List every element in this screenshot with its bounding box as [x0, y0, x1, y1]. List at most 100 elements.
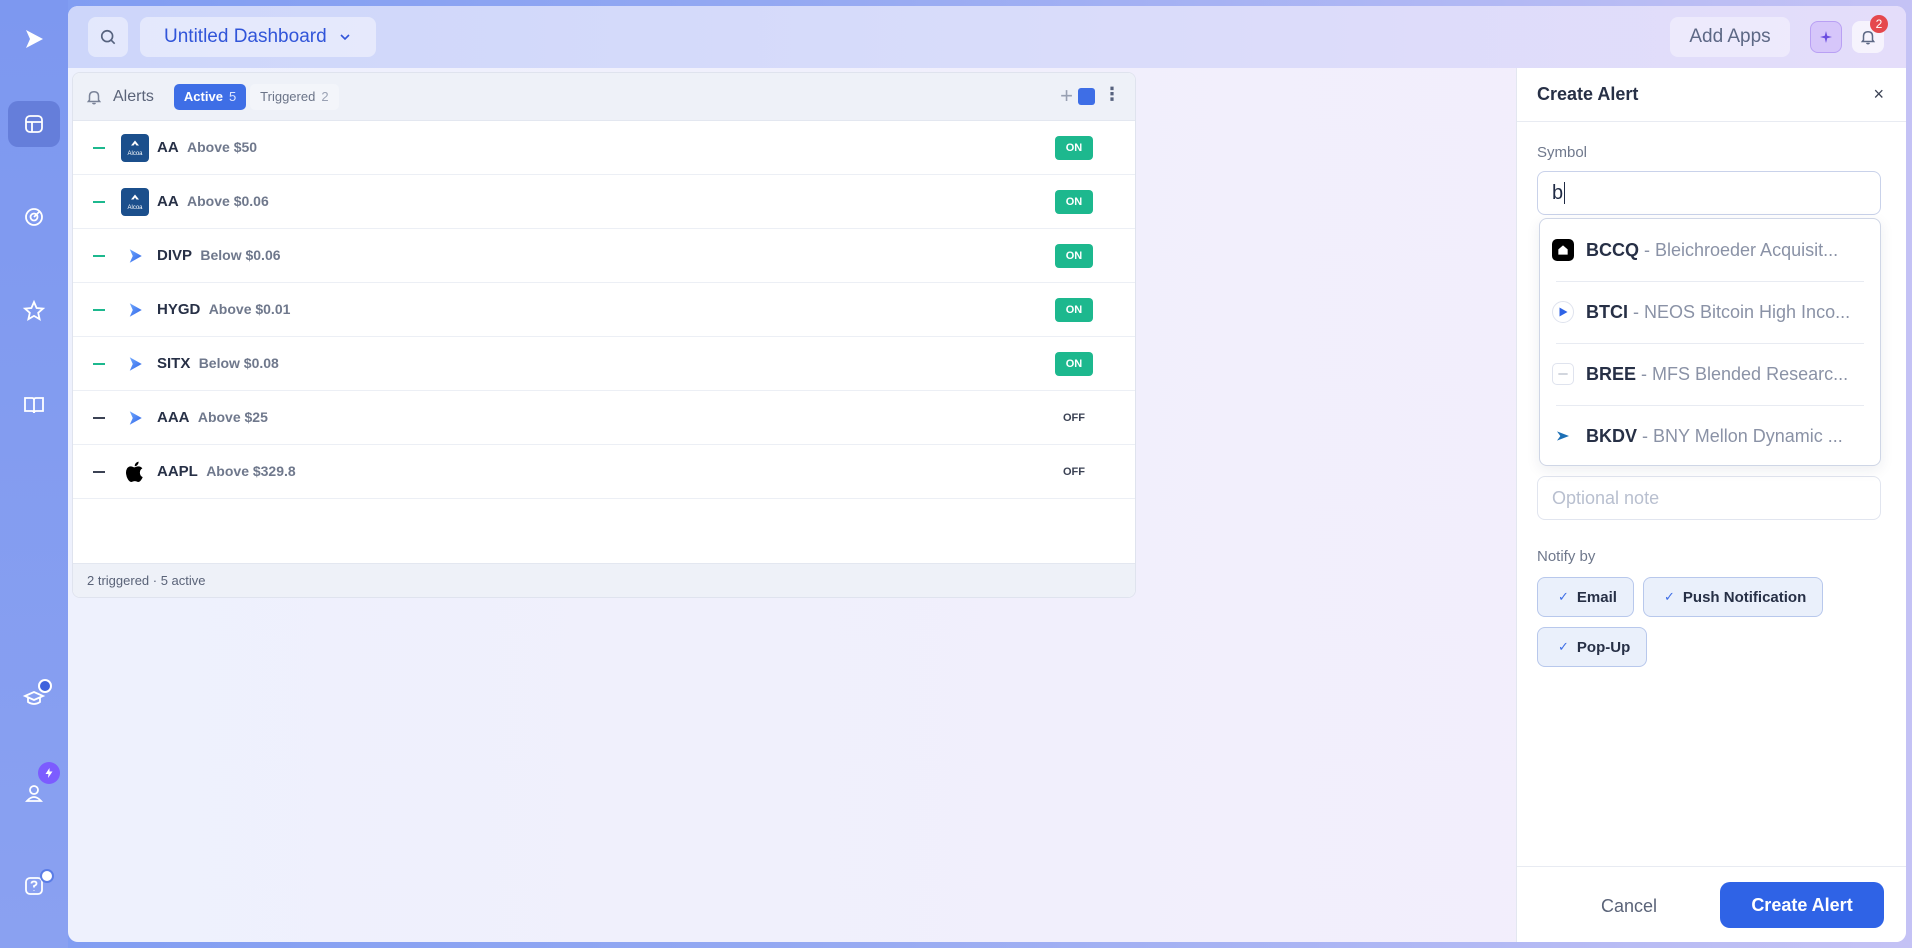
book-icon[interactable] [8, 382, 60, 428]
suggestion-item[interactable]: BREE - MFS Blended Researc... [1540, 343, 1880, 405]
alert-condition: Above $0.06 [187, 193, 269, 209]
alert-row[interactable]: Alcoa AA Above $0.06 ON [73, 175, 1135, 229]
alert-row[interactable]: AAA Above $25 OFF [73, 391, 1135, 445]
alert-status-toggle[interactable]: ON [1055, 243, 1093, 268]
status-dash [93, 470, 105, 473]
alert-status-toggle[interactable]: ON [1055, 351, 1093, 376]
alert-status-toggle[interactable]: ON [1055, 297, 1093, 322]
alert-row[interactable]: DIVP Below $0.06 ON [73, 229, 1135, 283]
color-square-icon[interactable] [1078, 88, 1095, 105]
status-dash [93, 308, 105, 311]
dashboard-title: Untitled Dashboard [164, 26, 327, 47]
status-dash [93, 146, 105, 149]
play-logo-icon [121, 242, 149, 270]
text-caret [1564, 182, 1566, 204]
bell-icon [86, 90, 102, 104]
alcoa-logo-icon: Alcoa [121, 133, 149, 162]
symbol-suggestions-dropdown: BCCQ - Bleichroeder Acquisit... BTCI - N… [1539, 218, 1881, 466]
create-alert-panel: Create Alert × Symbol b BCCQ - Bleichroe… [1516, 68, 1906, 942]
help-icon[interactable] [8, 863, 60, 909]
panel-header: Create Alert × [1517, 68, 1906, 122]
suggestion-item[interactable]: BTCI - NEOS Bitcoin High Inco... [1540, 281, 1880, 343]
alert-symbol: SITX Below $0.08 [157, 355, 279, 372]
alert-condition: Below $0.06 [200, 247, 281, 263]
add-alert-icon[interactable]: + [1060, 85, 1073, 107]
alert-status-toggle[interactable]: ON [1055, 189, 1093, 214]
tab-active[interactable]: Active 5 [173, 83, 247, 110]
top-bar: Untitled Dashboard Add Apps 2 [68, 6, 1906, 68]
tab-triggered[interactable]: Triggered 2 [250, 83, 339, 110]
alert-symbol: AA Above $50 [157, 139, 258, 156]
check-icon: ✓ [1558, 589, 1569, 604]
help-dot-icon [40, 869, 54, 883]
alert-condition: Below $0.08 [198, 355, 279, 371]
play-logo-icon [121, 350, 149, 378]
add-apps-button[interactable]: Add Apps [1670, 17, 1790, 57]
alerts-widget-header: Alerts Active 5 Triggered 2 + ⋮ [73, 73, 1135, 121]
status-dash [93, 416, 105, 419]
alcoa-logo-icon: Alcoa [121, 187, 149, 216]
create-alert-button[interactable]: Create Alert [1720, 882, 1884, 928]
check-icon: ✓ [1558, 639, 1569, 654]
panel-title: Create Alert [1537, 84, 1639, 104]
bccq-logo-icon [1552, 239, 1574, 261]
status-dash [93, 200, 105, 203]
dashboard-icon[interactable] [8, 101, 60, 147]
alert-row[interactable]: SITX Below $0.08 ON [73, 337, 1135, 391]
sparkle-icon [1820, 31, 1832, 43]
notification-badge: 2 [1870, 15, 1888, 33]
alert-row[interactable]: Alcoa AA Above $50 ON [73, 121, 1135, 175]
close-icon[interactable]: × [1873, 84, 1884, 105]
play-logo-icon [121, 296, 149, 324]
btci-logo-icon [1552, 301, 1574, 323]
status-dash [93, 254, 105, 257]
alert-status-toggle[interactable]: ON [1055, 135, 1093, 160]
alert-symbol: AA Above $0.06 [157, 193, 269, 210]
alert-symbol: AAA Above $25 [157, 409, 268, 426]
play-logo-icon [121, 404, 149, 432]
dashboard-selector[interactable]: Untitled Dashboard [140, 17, 376, 57]
alerts-title: Alerts [113, 87, 154, 105]
apple-logo-icon [121, 458, 149, 486]
search-button[interactable] [88, 17, 128, 57]
chevron-down-icon [340, 34, 350, 41]
more-menu-icon[interactable]: ⋮ [1103, 85, 1121, 103]
suggestion-item[interactable]: BCCQ - Bleichroeder Acquisit... [1540, 219, 1880, 281]
star-icon[interactable] [8, 288, 60, 334]
note-input[interactable]: Optional note [1537, 476, 1881, 520]
alert-row[interactable]: AAPL Above $329.8 OFF [73, 445, 1135, 499]
notify-push-chip[interactable]: ✓ Push Notification [1643, 577, 1824, 617]
logo-icon[interactable] [8, 16, 60, 62]
symbol-input[interactable]: b [1537, 171, 1881, 215]
education-dot-icon [38, 679, 52, 693]
bkdv-logo-icon [1552, 425, 1574, 447]
status-dash [93, 362, 105, 365]
main-frame: Untitled Dashboard Add Apps 2 Alerts Act… [68, 6, 1906, 942]
education-icon[interactable] [8, 675, 60, 721]
bree-logo-icon [1552, 363, 1574, 385]
alert-status-toggle[interactable]: OFF [1055, 460, 1093, 484]
symbol-label: Symbol [1537, 144, 1588, 161]
notify-label: Notify by [1537, 548, 1596, 565]
alerts-widget: Alerts Active 5 Triggered 2 + ⋮ Alcoa AA … [72, 72, 1136, 598]
bolt-icon [38, 762, 60, 784]
alerts-footer: 2 triggered · 5 active [73, 563, 1135, 597]
search-icon [100, 29, 116, 45]
alert-condition: Above $25 [197, 409, 268, 425]
alert-status-toggle[interactable]: OFF [1055, 406, 1093, 430]
suggestion-item[interactable]: BKDV - BNY Mellon Dynamic ... [1540, 405, 1880, 467]
ai-sparkle-button[interactable] [1810, 21, 1842, 53]
notify-popup-chip[interactable]: ✓ Pop-Up [1537, 627, 1648, 667]
radar-icon[interactable] [8, 194, 60, 240]
alert-row[interactable]: HYGD Above $0.01 ON [73, 283, 1135, 337]
alert-condition: Above $0.01 [208, 301, 291, 317]
alert-symbol: AAPL Above $329.8 [157, 463, 296, 480]
cancel-button[interactable]: Cancel [1601, 885, 1657, 927]
alert-condition: Above $329.8 [206, 463, 296, 479]
panel-footer: Cancel Create Alert [1517, 866, 1906, 942]
alert-condition: Above $50 [187, 139, 258, 155]
check-icon: ✓ [1664, 589, 1675, 604]
alert-symbol: HYGD Above $0.01 [157, 301, 291, 318]
alert-symbol: DIVP Below $0.06 [157, 247, 281, 264]
notify-email-chip[interactable]: ✓ Email [1537, 577, 1634, 617]
